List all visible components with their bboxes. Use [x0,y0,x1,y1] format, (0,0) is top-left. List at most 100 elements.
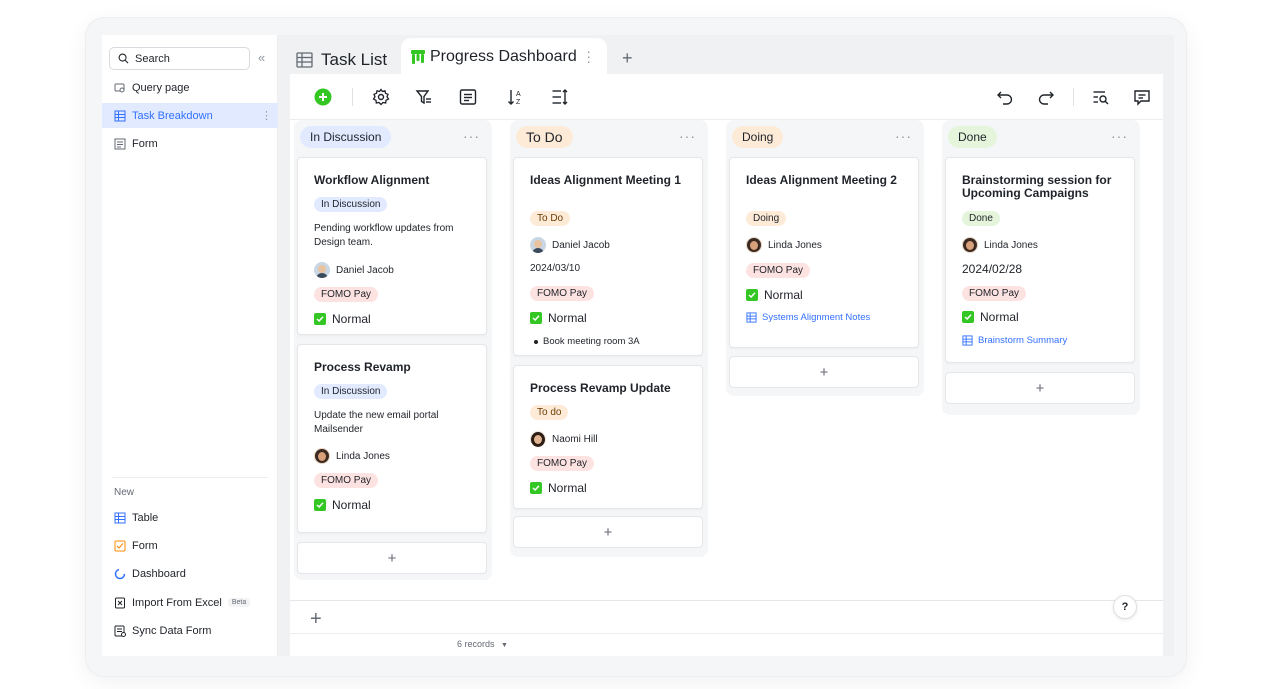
svg-text:A: A [516,91,521,98]
add-record-button[interactable] [312,86,334,108]
linked-doc[interactable]: Brainstorm Summary [962,335,1067,346]
help-button[interactable]: ? [1113,595,1137,619]
card-ideas-alignment-meeting-1[interactable]: Ideas Alignment Meeting 1 To Do Daniel J… [513,157,703,356]
table-icon [962,335,973,346]
avatar [746,237,762,253]
sort-button[interactable]: AZ [505,86,527,108]
footer-divider [290,633,1163,634]
filter-button[interactable] [413,86,435,108]
linked-doc-label: Systems Alignment Notes [762,312,871,323]
column-title[interactable]: Done [948,126,997,148]
card-brainstorming-session[interactable]: Brainstorming session for Upcoming Campa… [945,157,1135,363]
beta-badge: Beta [227,598,251,607]
column-more-icon[interactable]: ··· [895,128,912,144]
sidebar-divider [112,477,268,478]
sidebar-item-label: Query page [132,81,190,94]
sidebar-item-task-breakdown[interactable]: Task Breakdown ⋮ [102,103,278,128]
tab-progress-dashboard[interactable]: Progress Dashboard · · · [401,38,607,76]
search-placeholder: Search [135,52,170,65]
assignee: Linda Jones [746,237,822,253]
add-card-button[interactable]: + [297,542,487,574]
add-card-button[interactable]: + [945,372,1135,404]
column-more-icon[interactable]: ··· [463,128,480,144]
add-card-button[interactable]: + [729,356,919,388]
find-button[interactable] [1090,86,1112,108]
checkbox-icon [314,313,326,325]
column-title[interactable]: In Discussion [300,126,392,148]
column-title[interactable]: Doing [732,126,784,148]
avatar [962,237,978,253]
sidebar-item-label: Task Breakdown [132,109,213,122]
tab-task-list[interactable]: Task List [296,50,387,70]
undo-icon [997,91,1013,105]
settings-button[interactable] [370,86,392,108]
record-count[interactable]: 6 records ▼ [457,639,508,649]
new-sync-data-form-item[interactable]: Sync Data Form [102,618,278,643]
status-badge: In Discussion [314,384,388,399]
column-more-icon[interactable]: ··· [679,128,696,144]
card-process-revamp-update[interactable]: Process Revamp Update To do Naomi Hill F… [513,365,703,509]
table-icon [114,512,126,524]
table-icon [746,312,757,323]
priority: Normal [530,311,587,325]
row-height-button[interactable] [549,86,571,108]
svg-text:Z: Z [516,99,521,106]
search-input[interactable]: Search [109,47,250,70]
card-description: Pending workflow updates from Design tea… [314,223,454,248]
tab-more-icon[interactable]: · · · [586,44,591,68]
dashboard-icon [114,568,126,580]
project-badge: FOMO Pay [530,456,595,471]
search-list-icon [1093,91,1109,105]
row-height-icon [552,89,568,105]
column-more-icon[interactable]: ··· [1111,128,1128,144]
collapse-sidebar-icon[interactable]: « [258,50,265,65]
gear-icon [372,88,390,106]
new-section-heading: New [114,487,135,498]
checkbox-icon [746,289,758,301]
checkbox-icon [530,482,542,494]
priority: Normal [530,481,587,495]
more-icon[interactable]: ⋮ [261,109,272,122]
undo-button[interactable] [994,86,1016,108]
fields-button[interactable] [457,86,479,108]
kanban-icon [411,50,425,64]
toolbar: AZ [290,74,1163,120]
redo-button[interactable] [1035,86,1057,108]
add-tab-button[interactable]: + [622,48,633,69]
card-process-revamp[interactable]: Process Revamp In Discussion Update the … [297,344,487,533]
assignee: Linda Jones [314,448,390,464]
sidebar-item-form[interactable]: Form [102,131,278,156]
project-badge: FOMO Pay [314,287,379,302]
card-description: Update the new email portal Mailsender [314,410,439,435]
sort-az-icon: AZ [508,90,521,106]
avatar [314,448,330,464]
new-import-excel-item[interactable]: Import From Excel Beta [102,590,278,615]
add-group-button[interactable]: + [310,608,322,631]
query-icon [114,82,126,94]
tab-label: Progress Dashboard [430,48,577,65]
record-count-label: 6 records [457,639,495,649]
sync-icon [114,625,126,637]
new-table-item[interactable]: Table [102,505,278,530]
priority-label: Normal [764,288,803,302]
comments-button[interactable] [1131,86,1153,108]
card-workflow-alignment[interactable]: Workflow Alignment In Discussion Pending… [297,157,487,335]
assignee-name: Daniel Jacob [552,239,610,251]
new-item-label: Table [132,511,159,524]
tab-label: Task List [321,50,388,69]
add-card-button[interactable]: + [513,516,703,548]
new-dashboard-item[interactable]: Dashboard [102,561,278,586]
project-badge: FOMO Pay [962,286,1027,301]
status-badge: To Do [530,211,571,226]
avatar [530,237,546,253]
linked-doc[interactable]: Systems Alignment Notes [746,312,870,323]
column-title[interactable]: To Do [516,126,573,148]
checkbox-icon [962,311,974,323]
sidebar-item-query-page[interactable]: Query page [102,75,278,100]
footer-divider [290,600,1163,601]
new-form-item[interactable]: Form [102,533,278,558]
priority-label: Normal [980,310,1019,324]
card-ideas-alignment-meeting-2[interactable]: Ideas Alignment Meeting 2 Doing Linda Jo… [729,157,919,348]
comment-icon [1134,90,1150,106]
card-title: Workflow Alignment [314,173,430,187]
